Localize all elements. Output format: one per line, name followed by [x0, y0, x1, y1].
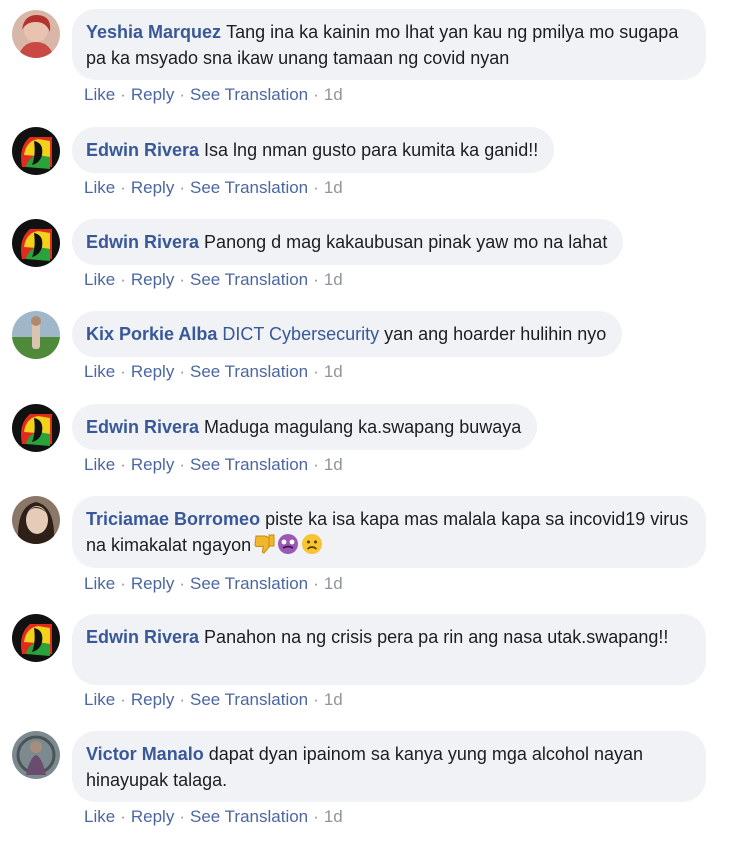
separator: ·: [179, 270, 185, 289]
comment-actions: Like · Reply · See Translation · 1d: [84, 270, 343, 290]
rasta-lion-avatar[interactable]: [12, 127, 60, 175]
separator: ·: [179, 362, 185, 381]
like-button[interactable]: Like: [84, 85, 115, 104]
mention-link[interactable]: DICT Cybersecurity: [222, 324, 379, 344]
comment-actions: Like · Reply · See Translation · 1d: [84, 574, 343, 594]
man-outdoor-avatar[interactable]: [12, 731, 60, 779]
timestamp[interactable]: 1d: [324, 178, 343, 197]
author-name[interactable]: Edwin Rivera: [86, 232, 199, 252]
author-name[interactable]: Triciamae Borromeo: [86, 509, 260, 529]
rasta-lion-avatar[interactable]: [12, 219, 60, 267]
comment-bubble: Edwin Rivera Isa lng nman gusto para kumi…: [72, 127, 555, 173]
separator: ·: [120, 178, 126, 197]
separator: ·: [120, 270, 126, 289]
like-button[interactable]: Like: [84, 574, 115, 593]
reply-button[interactable]: Reply: [131, 807, 174, 826]
author-name[interactable]: Edwin Rivera: [86, 140, 199, 160]
author-name[interactable]: Edwin Rivera: [86, 417, 199, 437]
timestamp[interactable]: 1d: [324, 574, 343, 593]
comment-actions: Like · Reply · See Translation · 1d: [84, 690, 343, 710]
like-button[interactable]: Like: [84, 270, 115, 289]
comment-text: Panong d mag kakaubusan pinak yaw mo na …: [204, 232, 608, 252]
see-translation-button[interactable]: See Translation: [190, 270, 308, 289]
separator: ·: [313, 270, 319, 289]
reply-button[interactable]: Reply: [131, 362, 174, 381]
separator: ·: [179, 85, 185, 104]
timestamp[interactable]: 1d: [324, 455, 343, 474]
reply-button[interactable]: Reply: [131, 270, 174, 289]
comment-bubble: Edwin Rivera Panong d mag kakaubusan pina…: [72, 219, 624, 265]
timestamp[interactable]: 1d: [324, 85, 343, 104]
like-button[interactable]: Like: [84, 362, 115, 381]
like-button[interactable]: Like: [84, 690, 115, 709]
comment-bubble: Yeshia Marquez Tang ina ka kainin mo lhat…: [72, 9, 706, 80]
dizzy-face-icon: [277, 533, 299, 562]
comment-text: Isa lng nman gusto para kumita ka ganid!…: [204, 140, 539, 160]
author-name[interactable]: Kix Porkie Alba: [86, 324, 217, 344]
separator: ·: [120, 85, 126, 104]
separator: ·: [313, 690, 319, 709]
comment-bubble: Kix Porkie Alba DICT Cybersecurity yan ang…: [72, 311, 623, 357]
see-translation-button[interactable]: See Translation: [190, 690, 308, 709]
see-translation-button[interactable]: See Translation: [190, 362, 308, 381]
timestamp[interactable]: 1d: [324, 270, 343, 289]
comment-bubble: Edwin Rivera Maduga magulang ka.swapang b…: [72, 404, 538, 450]
comment-text: Panahon na ng crisis pera pa rin ang nas…: [204, 627, 669, 647]
reply-button[interactable]: Reply: [131, 574, 174, 593]
separator: ·: [313, 574, 319, 593]
thumbs-down-icon: [253, 533, 275, 562]
separator: ·: [313, 178, 319, 197]
woman-portrait-avatar[interactable]: [12, 496, 60, 544]
see-translation-button[interactable]: See Translation: [190, 178, 308, 197]
rasta-lion-avatar[interactable]: [12, 614, 60, 662]
see-translation-button[interactable]: See Translation: [190, 807, 308, 826]
see-translation-button[interactable]: See Translation: [190, 85, 308, 104]
comment-actions: Like · Reply · See Translation · 1d: [84, 807, 343, 827]
separator: ·: [120, 574, 126, 593]
see-translation-button[interactable]: See Translation: [190, 574, 308, 593]
separator: ·: [313, 455, 319, 474]
timestamp[interactable]: 1d: [324, 362, 343, 381]
rasta-lion-avatar[interactable]: [12, 404, 60, 452]
timestamp[interactable]: 1d: [324, 690, 343, 709]
comment-bubble: Victor Manalo dapat dyan ipainom sa kanya…: [72, 731, 706, 802]
reply-button[interactable]: Reply: [131, 455, 174, 474]
comment-actions: Like · Reply · See Translation · 1d: [84, 178, 343, 198]
comment-text: Maduga magulang ka.swapang buwaya: [204, 417, 522, 437]
see-translation-button[interactable]: See Translation: [190, 455, 308, 474]
reply-button[interactable]: Reply: [131, 85, 174, 104]
separator: ·: [120, 362, 126, 381]
author-name[interactable]: Victor Manalo: [86, 744, 204, 764]
like-button[interactable]: Like: [84, 807, 115, 826]
separator: ·: [179, 807, 185, 826]
frowning-face-icon: [301, 533, 323, 562]
separator: ·: [313, 85, 319, 104]
woman-red-avatar[interactable]: [12, 10, 60, 58]
outdoor-person-avatar[interactable]: [12, 311, 60, 359]
comment-text: yan ang hoarder hulihin nyo: [384, 324, 607, 344]
separator: ·: [179, 690, 185, 709]
separator: ·: [313, 362, 319, 381]
comment-actions: Like · Reply · See Translation · 1d: [84, 455, 343, 475]
like-button[interactable]: Like: [84, 455, 115, 474]
comment-bubble: Triciamae Borromeo piste ka isa kapa mas …: [72, 496, 706, 568]
comment-actions: Like · Reply · See Translation · 1d: [84, 362, 343, 382]
timestamp[interactable]: 1d: [324, 807, 343, 826]
like-button[interactable]: Like: [84, 178, 115, 197]
reply-button[interactable]: Reply: [131, 178, 174, 197]
separator: ·: [120, 690, 126, 709]
author-name[interactable]: Yeshia Marquez: [86, 22, 221, 42]
separator: ·: [179, 574, 185, 593]
separator: ·: [120, 455, 126, 474]
separator: ·: [313, 807, 319, 826]
author-name[interactable]: Edwin Rivera: [86, 627, 199, 647]
separator: ·: [120, 807, 126, 826]
reply-button[interactable]: Reply: [131, 690, 174, 709]
comment-actions: Like · Reply · See Translation · 1d: [84, 85, 343, 105]
comment-bubble: Edwin Rivera Panahon na ng crisis pera pa…: [72, 614, 706, 685]
separator: ·: [179, 455, 185, 474]
separator: ·: [179, 178, 185, 197]
